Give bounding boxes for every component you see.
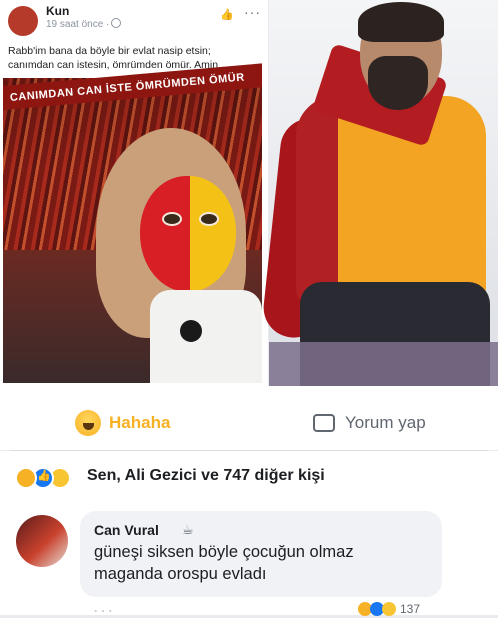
girl-right-eye xyxy=(199,212,219,226)
club-logo xyxy=(180,320,202,342)
comment-text: güneşi siksen böyle çocuğun olmaz magand… xyxy=(94,543,354,583)
stadium-seat xyxy=(269,342,498,386)
post-author-avatar xyxy=(8,6,38,36)
commenter-name[interactable]: Can Vural xyxy=(94,522,159,538)
comment-button[interactable]: Yorum yap xyxy=(345,413,426,433)
post-author-name: Kun xyxy=(46,4,70,18)
commenter-avatar[interactable] xyxy=(16,515,68,567)
globe-icon xyxy=(111,18,122,28)
comment-icon[interactable] xyxy=(313,414,335,432)
man-beard xyxy=(368,56,428,110)
comment-reaction-count[interactable]: 137 xyxy=(400,602,420,616)
post-timestamp: 19 saat önce · xyxy=(46,18,122,30)
like-glyph: 👍 xyxy=(37,470,51,482)
girl-painted-face xyxy=(140,176,236,292)
sad-reaction-mini-icon xyxy=(382,602,396,616)
haha-reaction-button[interactable]: Hahaha xyxy=(109,413,170,433)
haha-small-icon xyxy=(15,467,37,489)
reaction-summary-text[interactable]: Sen, Ali Gezici ve 747 diğer kişi xyxy=(87,467,325,485)
girl-white-shirt xyxy=(150,290,262,383)
thumbs-up-icon: 👍 xyxy=(220,9,234,21)
man-hair xyxy=(358,2,444,42)
comment-action-links[interactable]: · · · xyxy=(94,604,113,618)
coffee-cup-icon: ☕ xyxy=(182,522,194,537)
girl-left-eye xyxy=(162,212,182,226)
post-time-text: 19 saat önce · xyxy=(46,19,110,30)
more-options-icon: ··· xyxy=(244,4,261,20)
